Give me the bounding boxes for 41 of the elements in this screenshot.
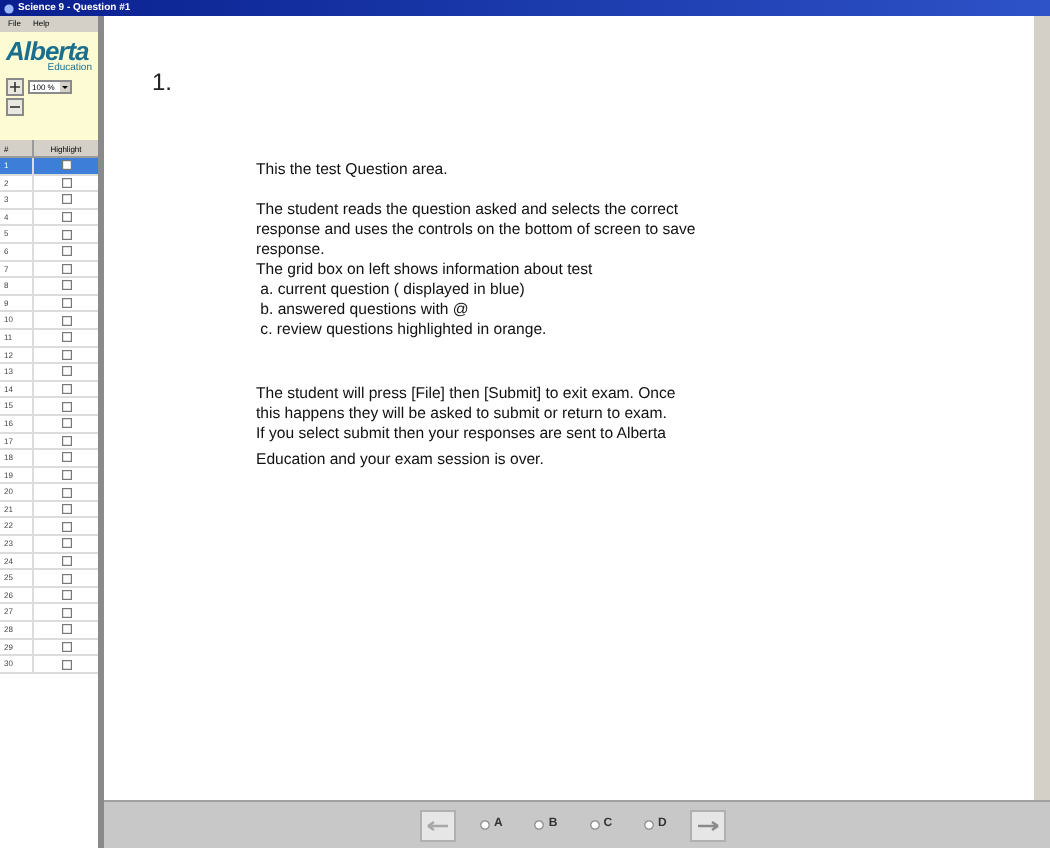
highlight-checkbox[interactable]	[61, 641, 71, 652]
highlight-checkbox[interactable]	[61, 435, 71, 446]
question-number: 1.	[152, 68, 175, 96]
highlight-checkbox[interactable]	[61, 590, 71, 601]
logo-wordmark: Alberta	[6, 38, 89, 64]
highlight-checkbox[interactable]	[61, 229, 71, 240]
radio-button[interactable]	[480, 820, 490, 830]
highlight-checkbox[interactable]	[61, 452, 71, 463]
highlight-checkbox[interactable]	[61, 659, 71, 670]
app-icon	[4, 3, 14, 13]
highlight-checkbox[interactable]	[61, 418, 71, 429]
highlight-checkbox[interactable]	[61, 246, 71, 257]
highlight-checkbox[interactable]	[61, 607, 71, 618]
highlight-checkbox[interactable]	[61, 521, 71, 532]
highlight-checkbox[interactable]	[61, 263, 71, 274]
highlight-checkbox[interactable]	[61, 366, 71, 377]
zoom-out-button[interactable]	[6, 98, 24, 116]
highlight-checkbox[interactable]	[61, 538, 71, 549]
next-button[interactable]	[690, 809, 727, 841]
highlight-checkbox[interactable]	[61, 280, 71, 291]
highlight-checkbox[interactable]	[61, 573, 71, 584]
caret-icon	[60, 82, 70, 92]
radio-button[interactable]	[644, 820, 655, 830]
highlight-checkbox[interactable]	[61, 194, 71, 205]
highlight-checkbox[interactable]	[61, 177, 71, 188]
highlight-checkbox[interactable]	[61, 332, 71, 343]
radio-button[interactable]	[589, 820, 600, 830]
highlight-checkbox[interactable]	[61, 555, 71, 566]
zoom-in-button[interactable]	[6, 78, 24, 96]
highlight-checkbox[interactable]	[61, 384, 71, 395]
highlight-checkbox[interactable]	[61, 349, 71, 360]
highlight-checkbox[interactable]	[61, 212, 71, 223]
highlight-checkbox[interactable]	[61, 401, 71, 412]
highlight-checkbox[interactable]	[61, 469, 71, 480]
highlight-checkbox[interactable]	[61, 504, 71, 515]
highlight-checkbox[interactable]	[61, 160, 71, 171]
highlight-checkbox[interactable]	[61, 315, 71, 326]
radio-button[interactable]	[534, 820, 545, 830]
highlight-checkbox[interactable]	[61, 298, 71, 309]
highlight-checkbox[interactable]	[61, 487, 71, 498]
highlight-checkbox[interactable]	[61, 624, 71, 635]
